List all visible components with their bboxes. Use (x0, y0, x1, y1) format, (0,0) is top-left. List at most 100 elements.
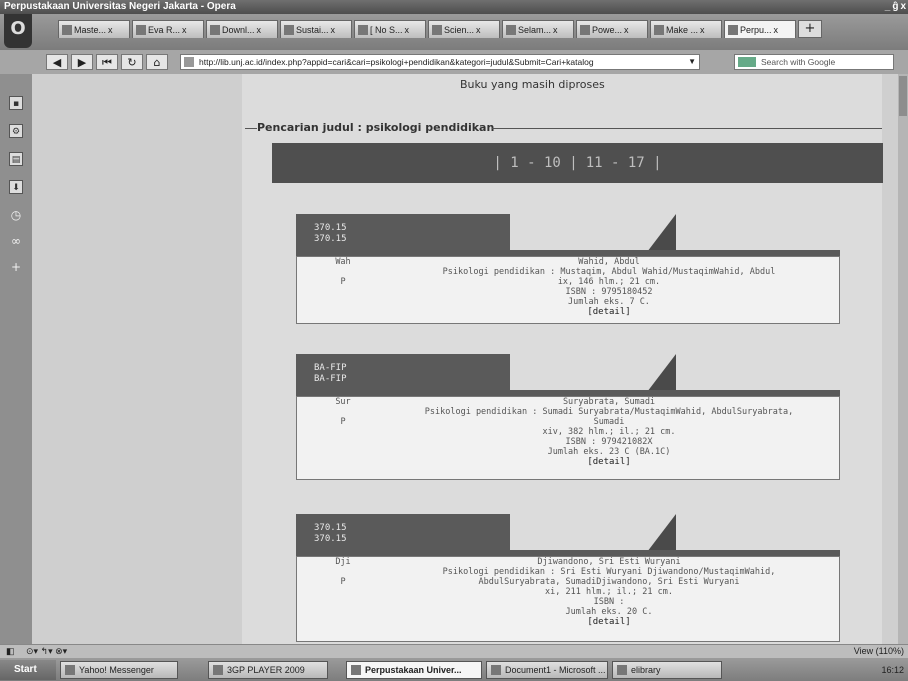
tab-close-icon[interactable]: x (405, 21, 410, 38)
bookmarks-icon[interactable]: ▪ (9, 96, 23, 110)
record-author: Djiwandono, Sri Esti Wuryani (537, 557, 681, 567)
opera-menu-button[interactable]: O (4, 14, 32, 48)
add-panel-icon[interactable]: + (9, 260, 23, 274)
tab-8[interactable]: Powe... x (576, 20, 648, 38)
scrollbar-thumb[interactable] (899, 76, 907, 116)
processing-text: Buku yang masih diproses (460, 78, 605, 91)
tab-strip: Maste... x Eva R... x Downl... x Sustai... x… (58, 20, 822, 38)
record-code: Sur P (303, 397, 383, 437)
tab-7[interactable]: Selam... x (502, 20, 574, 38)
opera-icon (351, 665, 361, 675)
forward-button[interactable]: ▶ (71, 54, 93, 70)
tab-label: Powe... (592, 24, 623, 35)
record-author: Suryabrata, Sumadi (562, 397, 656, 407)
page-link-1-10[interactable]: | 1 - 10 | (493, 155, 577, 171)
page-icon (136, 24, 146, 35)
tab-9[interactable]: Make ... x (650, 20, 722, 38)
tab-close-icon[interactable]: x (331, 21, 336, 38)
search-engine-icon[interactable] (738, 57, 756, 67)
reload-button[interactable]: ↻ (121, 54, 143, 70)
home-button[interactable]: ⌂ (146, 54, 168, 70)
tab-label: Scien... (444, 24, 475, 35)
page-link-11-17[interactable]: 11 - 17 | (586, 155, 662, 171)
taskbar-item-word[interactable]: Document1 - Microsoft ... (486, 661, 608, 679)
taskbar-item-messenger[interactable]: Yahoo! Messenger (60, 661, 178, 679)
detail-link[interactable]: [detail] (389, 457, 829, 467)
taskbar-item-3gp-player[interactable]: 3GP PLAYER 2009 (208, 661, 328, 679)
pagination-bar: | 1 - 10 | 11 - 17 | (272, 143, 883, 183)
tab-close-icon[interactable]: x (624, 21, 629, 38)
close-button[interactable]: x (900, 0, 906, 14)
section-title: Pencarian judul : psikologi pendidikan (257, 121, 494, 134)
author-code: Sur (335, 397, 351, 407)
taskbar-item-label: elibrary (631, 665, 661, 675)
address-url: http://lib.unj.ac.id/index.php?appid=car… (199, 57, 594, 67)
title-code: P (340, 417, 346, 427)
tab-label: Perpu... (740, 24, 772, 35)
word-icon (491, 665, 501, 675)
tab-close-icon[interactable]: x (182, 21, 187, 38)
tab-1[interactable]: Maste... x (58, 20, 130, 38)
downloads-icon[interactable]: ⬇ (9, 180, 23, 194)
detail-link[interactable]: [detail] (389, 617, 829, 627)
tab-label: Selam... (518, 24, 552, 35)
panel-toggle-icon[interactable]: ◧ (6, 646, 15, 657)
record-physical: xiv, 382 hlm.; il.; 21 cm. (542, 427, 676, 437)
record-info: Djiwandono, Sri Esti Wuryani Psikologi p… (389, 557, 829, 627)
tab-label: Sustai... (296, 24, 329, 35)
tab-10-active[interactable]: Perpu... x (724, 20, 796, 38)
search-input[interactable]: Search with Google (734, 54, 894, 70)
maximize-button[interactable]: ĝ (892, 0, 898, 14)
record-physical: xi, 211 hlm.; il.; 21 cm. (545, 587, 673, 597)
tab-close-icon[interactable]: x (553, 21, 558, 38)
tab-close-icon[interactable]: x (108, 21, 113, 38)
tab-4[interactable]: Sustai... x (280, 20, 352, 38)
tab-3[interactable]: Downl... x (206, 20, 278, 38)
vertical-scrollbar[interactable] (898, 74, 908, 644)
tab-label: [ No S... (370, 24, 403, 35)
record-title: Psikologi pendidikan : Sri Esti Wuryani … (442, 567, 776, 577)
tab-6[interactable]: Scien... x (428, 20, 500, 38)
page-icon (432, 24, 442, 35)
tab-close-icon[interactable]: x (476, 21, 481, 38)
status-bar: ◧ ⊙▾ ↰▾ ⊗▾ View (110%) (0, 644, 908, 659)
record-card: BA-FIP BA-FIP Sur P Suryabrata, Sumadi P… (296, 354, 840, 482)
back-button[interactable]: ◀ (46, 54, 68, 70)
player-icon (213, 665, 223, 675)
zoom-level[interactable]: View (110%) (854, 646, 904, 656)
tab-label: Eva R... (148, 24, 181, 35)
tab-close-icon[interactable]: x (257, 21, 262, 38)
detail-link[interactable]: [detail] (389, 307, 829, 317)
widgets-icon[interactable]: ⚙ (9, 124, 23, 138)
tab-close-icon[interactable]: x (774, 21, 779, 38)
record-title-cont: AbdulSuryabrata, SumadiDjiwandono, Sri E… (478, 577, 740, 587)
start-button[interactable]: Start (0, 660, 56, 680)
page-icon (728, 24, 738, 35)
record-code: Dji P (303, 557, 383, 597)
page-icon (506, 24, 516, 35)
record-code: Wah P (303, 257, 383, 297)
call-number-line: 370.15 (314, 534, 347, 544)
record-copies: Jumlah eks. 20 C. (565, 607, 653, 617)
address-bar[interactable]: http://lib.unj.ac.id/index.php?appid=car… (180, 54, 700, 70)
record-body: Sur P Suryabrata, Sumadi Psikologi pendi… (296, 396, 840, 480)
chevron-down-icon[interactable]: ▼ (688, 55, 696, 69)
messenger-icon (65, 665, 75, 675)
tab-label: Downl... (222, 24, 255, 35)
taskbar-item-elibrary[interactable]: elibrary (612, 661, 722, 679)
history-icon[interactable]: ◷ (9, 208, 23, 222)
tab-5[interactable]: [ No S... x (354, 20, 426, 38)
taskbar-item-label: 3GP PLAYER 2009 (227, 665, 305, 675)
status-tools-icon[interactable]: ⊙▾ ↰▾ ⊗▾ (26, 646, 67, 657)
tab-close-icon[interactable]: x (700, 21, 705, 38)
notes-icon[interactable]: ▤ (9, 152, 23, 166)
links-icon[interactable]: ∞ (9, 234, 23, 248)
rewind-button[interactable]: ⏮ (96, 54, 118, 70)
taskbar-item-opera[interactable]: Perpustakaan Univer... (346, 661, 482, 679)
title-code: P (340, 277, 346, 287)
minimize-button[interactable]: _ (885, 0, 891, 14)
tab-2[interactable]: Eva R... x (132, 20, 204, 38)
record-title-cont: Sumadi (593, 417, 625, 427)
search-placeholder: Search with Google (761, 57, 836, 67)
new-tab-button[interactable]: + (798, 20, 822, 38)
